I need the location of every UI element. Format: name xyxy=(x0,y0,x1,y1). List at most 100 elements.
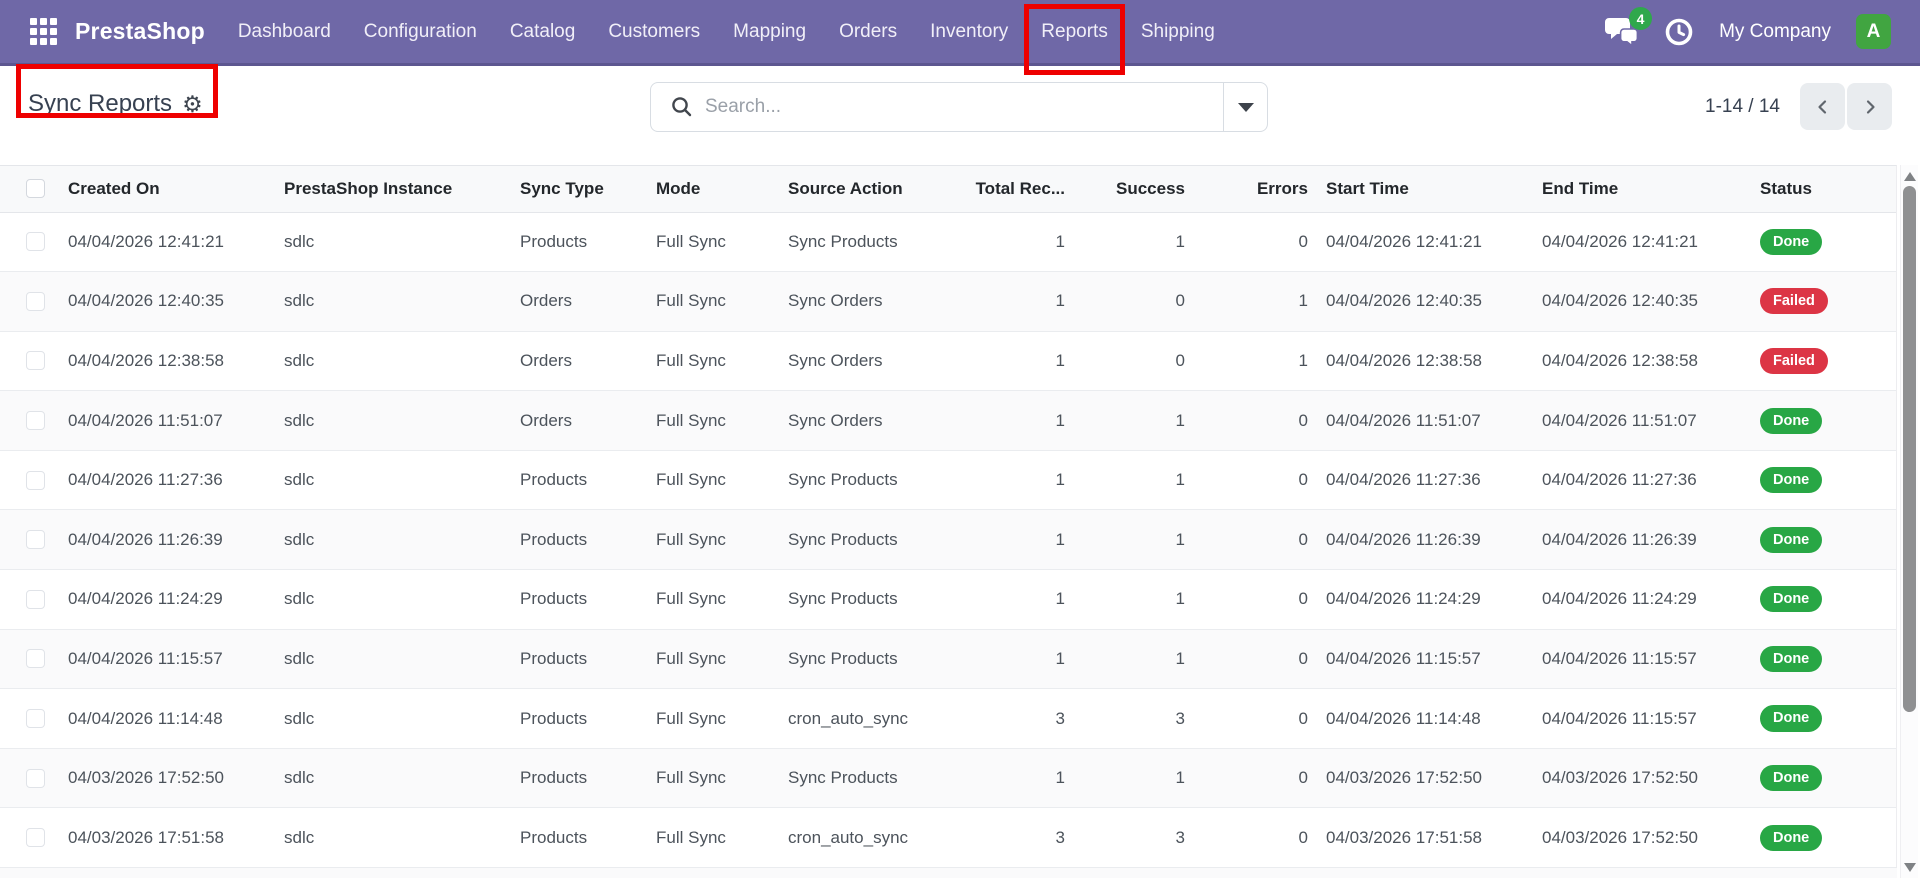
cell-start-time[interactable]: 04/04/2026 11:26:39 xyxy=(1313,510,1532,570)
cell-end-time[interactable]: 04/04/2026 11:15:57 xyxy=(1532,629,1748,689)
cell-total-records[interactable]: 1 xyxy=(960,272,1070,332)
cell-sync-type[interactable]: Products xyxy=(516,510,652,570)
cell-success[interactable]: 0 xyxy=(1070,272,1190,332)
nav-item-catalog[interactable]: Catalog xyxy=(510,0,576,63)
col-header-sync-type[interactable]: Sync Type xyxy=(516,166,652,212)
row-checkbox[interactable] xyxy=(26,828,45,848)
cell-start-time[interactable]: 04/04/2026 11:14:48 xyxy=(1313,689,1532,749)
cell-errors[interactable]: 0 xyxy=(1190,510,1313,570)
cell-end-time[interactable]: 04/04/2026 11:24:29 xyxy=(1532,570,1748,630)
cell-sync-type[interactable]: Orders xyxy=(516,331,652,391)
table-row[interactable]: 04/04/2026 12:40:35 sdlc Orders Full Syn… xyxy=(0,271,1896,332)
cell-instance[interactable]: sdlc xyxy=(280,391,516,451)
cell-source-action[interactable]: Sync Orders xyxy=(784,331,960,391)
col-header-end-time[interactable]: End Time xyxy=(1532,166,1748,212)
cell-created-on[interactable]: 04/03/2026 17:51:58 xyxy=(56,808,280,868)
table-row[interactable]: 04/03/2026 17:52:50 sdlc Products Full S… xyxy=(0,748,1896,808)
cell-created-on[interactable]: 04/03/2026 17:52:50 xyxy=(56,748,280,808)
cell-total-records[interactable]: 1 xyxy=(960,629,1070,689)
cell-start-time[interactable]: 04/04/2026 12:38:58 xyxy=(1313,331,1532,391)
row-checkbox[interactable] xyxy=(26,649,45,669)
cell-source-action[interactable]: Sync Products xyxy=(784,212,960,272)
col-header-success[interactable]: Success xyxy=(1070,166,1190,212)
row-checkbox[interactable] xyxy=(26,411,45,431)
search-filters-toggle[interactable] xyxy=(1223,83,1267,131)
cell-source-action[interactable]: Sync Products xyxy=(784,629,960,689)
company-name[interactable]: My Company xyxy=(1719,21,1831,43)
table-row[interactable]: 04/04/2026 11:15:57 sdlc Products Full S… xyxy=(0,629,1896,689)
cell-source-action[interactable]: Sync Products xyxy=(784,748,960,808)
cell-total-records[interactable]: 1 xyxy=(960,331,1070,391)
row-checkbox[interactable] xyxy=(26,351,45,371)
cell-sync-type[interactable]: Products xyxy=(516,689,652,749)
cell-instance[interactable]: sdlc xyxy=(280,689,516,749)
cell-success[interactable]: 1 xyxy=(1070,510,1190,570)
scroll-up-icon[interactable] xyxy=(1904,172,1916,181)
row-checkbox[interactable] xyxy=(26,470,45,490)
cell-created-on[interactable]: 04/04/2026 12:38:58 xyxy=(56,331,280,391)
table-row[interactable]: 04/04/2026 11:27:36 sdlc Products Full S… xyxy=(0,450,1896,510)
apps-menu-icon[interactable] xyxy=(30,18,57,45)
row-checkbox[interactable] xyxy=(26,530,45,550)
pager-prev-button[interactable] xyxy=(1800,83,1845,130)
cell-end-time[interactable]: 04/04/2026 12:40:35 xyxy=(1532,272,1748,332)
cell-sync-type[interactable]: Products xyxy=(516,808,652,868)
cell-source-action[interactable]: Sync Products xyxy=(784,510,960,570)
nav-item-orders[interactable]: Orders xyxy=(839,0,897,63)
row-checkbox[interactable] xyxy=(26,768,45,788)
cell-mode[interactable]: Full Sync xyxy=(652,391,784,451)
app-brand[interactable]: PrestaShop xyxy=(75,18,205,45)
cell-mode[interactable]: Full Sync xyxy=(652,272,784,332)
table-row[interactable]: 04/04/2026 11:14:48 sdlc Products Full S… xyxy=(0,688,1896,749)
cell-mode[interactable]: Full Sync xyxy=(652,510,784,570)
nav-item-shipping[interactable]: Shipping xyxy=(1141,0,1215,63)
cell-sync-type[interactable]: Orders xyxy=(516,272,652,332)
cell-instance[interactable]: sdlc xyxy=(280,629,516,689)
cell-created-on[interactable]: 04/04/2026 12:41:21 xyxy=(56,212,280,272)
row-checkbox[interactable] xyxy=(26,589,45,609)
cell-success[interactable]: 1 xyxy=(1070,748,1190,808)
cell-end-time[interactable]: 04/04/2026 11:15:57 xyxy=(1532,689,1748,749)
cell-mode[interactable]: Full Sync xyxy=(652,748,784,808)
cell-end-time[interactable]: 04/03/2026 17:52:50 xyxy=(1532,748,1748,808)
cell-sync-type[interactable]: Products xyxy=(516,450,652,510)
cell-created-on[interactable]: 04/04/2026 11:24:29 xyxy=(56,570,280,630)
cell-sync-type[interactable]: Products xyxy=(516,570,652,630)
cell-source-action[interactable]: cron_auto_sync xyxy=(784,808,960,868)
cell-total-records[interactable]: 1 xyxy=(960,212,1070,272)
col-header-source-action[interactable]: Source Action xyxy=(784,166,960,212)
cell-errors[interactable]: 1 xyxy=(1190,331,1313,391)
user-avatar[interactable]: A xyxy=(1856,14,1891,49)
nav-item-inventory[interactable]: Inventory xyxy=(930,0,1008,63)
cell-total-records[interactable]: 1 xyxy=(960,748,1070,808)
cell-source-action[interactable]: Sync Orders xyxy=(784,272,960,332)
cell-total-records[interactable]: 3 xyxy=(960,689,1070,749)
cell-success[interactable]: 3 xyxy=(1070,689,1190,749)
cell-instance[interactable]: sdlc xyxy=(280,272,516,332)
cell-total-records[interactable]: 1 xyxy=(960,450,1070,510)
cell-created-on[interactable]: 04/04/2026 11:15:57 xyxy=(56,629,280,689)
cell-mode[interactable]: Full Sync xyxy=(652,450,784,510)
cell-start-time[interactable]: 04/04/2026 12:41:21 xyxy=(1313,212,1532,272)
col-header-total-records[interactable]: Total Rec... xyxy=(960,166,1070,212)
row-checkbox[interactable] xyxy=(26,291,45,311)
cell-created-on[interactable]: 04/04/2026 12:40:35 xyxy=(56,272,280,332)
cell-mode[interactable]: Full Sync xyxy=(652,212,784,272)
cell-created-on[interactable]: 04/04/2026 11:51:07 xyxy=(56,391,280,451)
scroll-down-icon[interactable] xyxy=(1904,863,1916,872)
nav-item-customers[interactable]: Customers xyxy=(608,0,700,63)
cell-success[interactable]: 1 xyxy=(1070,212,1190,272)
cell-mode[interactable]: Full Sync xyxy=(652,570,784,630)
cell-instance[interactable]: sdlc xyxy=(280,570,516,630)
cell-instance[interactable]: sdlc xyxy=(280,331,516,391)
pager-next-button[interactable] xyxy=(1847,83,1892,130)
cell-errors[interactable]: 0 xyxy=(1190,391,1313,451)
cell-start-time[interactable]: 04/04/2026 11:15:57 xyxy=(1313,629,1532,689)
row-checkbox[interactable] xyxy=(26,709,45,729)
table-row[interactable]: 04/04/2026 11:24:29 sdlc Products Full S… xyxy=(0,569,1896,630)
cell-sync-type[interactable]: Products xyxy=(516,629,652,689)
cell-success[interactable]: 0 xyxy=(1070,331,1190,391)
cell-success[interactable]: 3 xyxy=(1070,808,1190,868)
cell-success[interactable]: 1 xyxy=(1070,629,1190,689)
cell-source-action[interactable]: Sync Orders xyxy=(784,391,960,451)
